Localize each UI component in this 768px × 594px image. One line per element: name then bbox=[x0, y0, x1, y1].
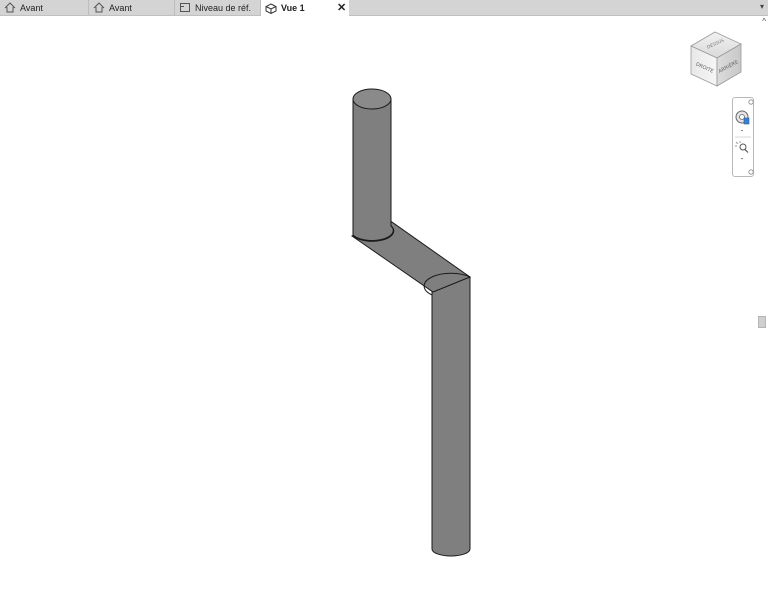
close-icon[interactable]: ✕ bbox=[337, 1, 346, 14]
elevation-icon bbox=[4, 2, 16, 13]
tab-avant-1[interactable]: Avant bbox=[0, 0, 88, 15]
floor-plan-icon bbox=[179, 2, 191, 13]
tab-avant-2[interactable]: Avant bbox=[89, 0, 174, 15]
view-tab-bar: Avant Avant Niveau de réf. Vue 1 ✕ ▾ bbox=[0, 0, 768, 16]
pipe-segment-upper[interactable] bbox=[352, 98, 394, 242]
pipe-model[interactable] bbox=[350, 88, 472, 557]
tab-label: Vue 1 bbox=[281, 3, 305, 13]
tab-label: Avant bbox=[109, 2, 132, 13]
pipe-top-cap[interactable] bbox=[352, 88, 392, 110]
tab-niveau-de-ref[interactable]: Niveau de réf. bbox=[175, 0, 260, 15]
3d-viewport[interactable] bbox=[0, 16, 756, 594]
pipe-segment-lower[interactable] bbox=[431, 276, 471, 557]
3d-view-icon bbox=[265, 2, 277, 14]
tab-vue-1[interactable]: Vue 1 ✕ bbox=[261, 0, 349, 16]
elevation-icon bbox=[93, 2, 105, 13]
scrollbar-thumb[interactable] bbox=[758, 316, 766, 328]
scroll-up-icon[interactable]: ^ bbox=[762, 17, 766, 26]
vertical-scrollbar[interactable] bbox=[756, 16, 768, 594]
tab-label: Niveau de réf. bbox=[195, 2, 252, 13]
chevron-down-icon[interactable]: ▾ bbox=[760, 2, 764, 11]
tab-label: Avant bbox=[20, 2, 43, 13]
